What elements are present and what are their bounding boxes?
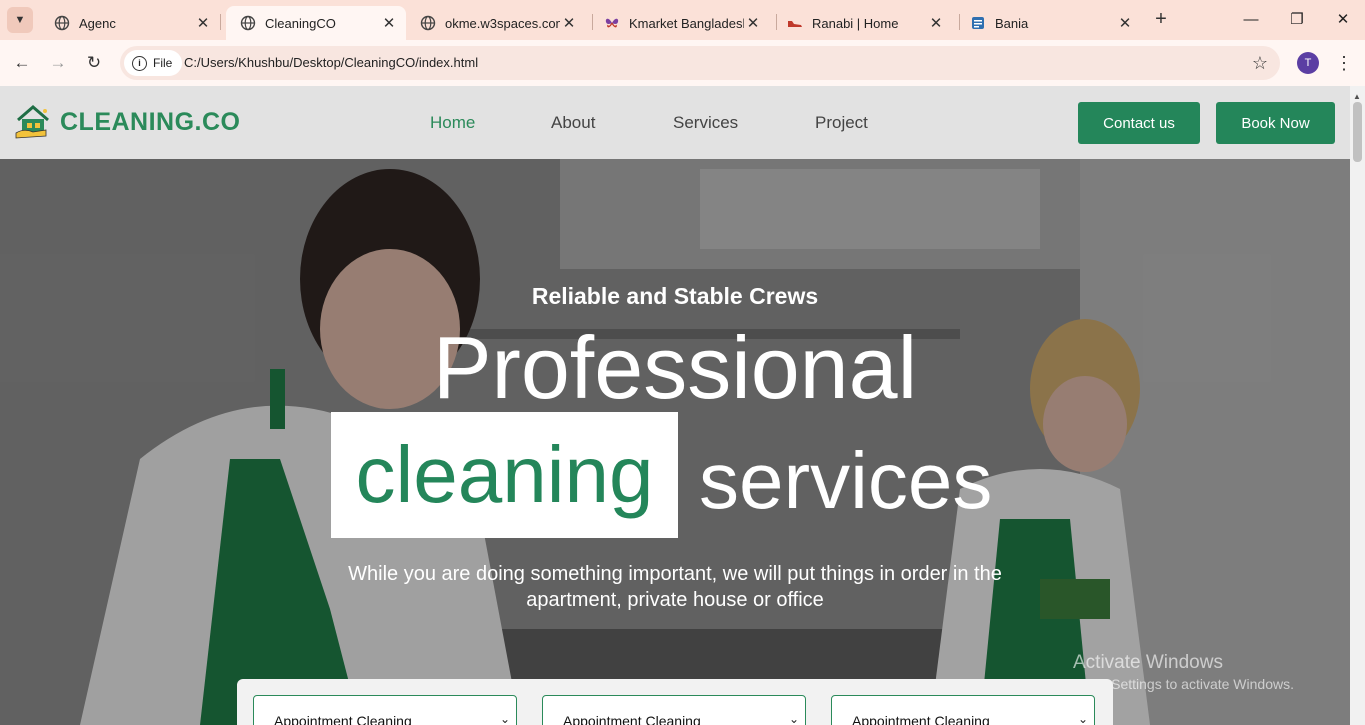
restore-icon: ❐ [1290, 11, 1304, 28]
profile-avatar[interactable]: T [1297, 52, 1319, 74]
browser-toolbar: ← → ↻ i File C:/Users/Khushbu/Desktop/Cl… [0, 40, 1365, 87]
nav-about[interactable]: About [551, 86, 595, 159]
chevron-down-icon: ▼ [14, 14, 26, 26]
booking-panel: Appointment Cleaning ⌄ Appointment Clean… [237, 679, 1113, 725]
hero-description: While you are doing something important,… [348, 563, 1002, 611]
tab-agenc[interactable]: Agenc ✕ [40, 6, 220, 40]
close-icon[interactable]: ✕ [744, 14, 762, 32]
address-bar[interactable]: i File C:/Users/Khushbu/Desktop/Cleaning… [120, 46, 1280, 80]
chevron-down-icon: ⌄ [499, 712, 510, 725]
close-window-button[interactable]: ✕ [1331, 8, 1355, 32]
nav-services[interactable]: Services [673, 86, 738, 159]
new-tab-button[interactable]: + [1149, 8, 1173, 32]
tab-ranabi[interactable]: Ranabi | Home ✕ [773, 6, 953, 40]
appointment-select-2[interactable]: Appointment Cleaning ⌄ [542, 695, 806, 725]
chevron-down-icon: ⌄ [1077, 712, 1088, 725]
page-scrollbar[interactable]: ▲ [1350, 86, 1365, 725]
reload-button[interactable]: ↻ [82, 51, 106, 75]
tab-bania[interactable]: Bania ✕ [956, 6, 1142, 40]
appointment-select-1[interactable]: Appointment Cleaning ⌄ [253, 695, 517, 725]
nav-project[interactable]: Project [815, 86, 868, 159]
tab-search-button[interactable]: ▼ [7, 7, 33, 33]
arrow-left-icon: ← [13, 53, 31, 72]
chevron-down-icon: ⌄ [788, 712, 799, 725]
activate-windows-title: Activate Windows [1073, 652, 1223, 673]
reload-icon: ↻ [86, 53, 102, 72]
shoe-icon [788, 21, 802, 27]
book-now-button[interactable]: Book Now [1216, 102, 1335, 144]
close-icon[interactable]: ✕ [1116, 14, 1134, 32]
tab-okme[interactable]: okme.w3spaces.com ✕ [406, 6, 586, 40]
hero-headline-line1: Professional [432, 318, 918, 417]
close-icon[interactable]: ✕ [927, 14, 945, 32]
minimize-icon: — [1243, 11, 1259, 28]
url-text[interactable]: C:/Users/Khushbu/Desktop/CleaningCO/inde… [184, 46, 478, 80]
contact-us-button[interactable]: Contact us [1078, 102, 1200, 144]
butterfly-icon [605, 18, 619, 28]
site-info-chip[interactable]: i File [124, 50, 183, 76]
tab-cleaningco[interactable]: CleaningCO ✕ [226, 6, 406, 40]
bookmark-star-icon[interactable]: ☆ [1252, 46, 1268, 80]
scroll-thumb[interactable] [1353, 102, 1362, 162]
arrow-right-icon: → [49, 53, 67, 72]
select-value: Appointment Cleaning [852, 713, 990, 725]
globe-icon [54, 15, 70, 31]
site-header: CLEANING.CO Home About Services Project … [0, 86, 1350, 159]
tab-kmarket[interactable]: Kmarket Bangladesh ✕ [590, 6, 770, 40]
globe-icon [240, 15, 256, 31]
kebab-menu-icon[interactable]: ⋮ [1334, 51, 1354, 75]
close-icon[interactable]: ✕ [380, 14, 398, 32]
hero-subtitle: Reliable and Stable Crews [531, 283, 819, 309]
tab-strip: ▼ Agenc ✕ CleaningCO ✕ okme.w3spaces.com… [0, 0, 1365, 40]
tab-title: CleaningCO [265, 15, 336, 31]
tab-title: Bania [995, 15, 1029, 31]
back-button[interactable]: ← [10, 51, 34, 75]
chip-label: File [153, 56, 173, 70]
select-value: Appointment Cleaning [563, 713, 701, 725]
appointment-select-3[interactable]: Appointment Cleaning ⌄ [831, 695, 1095, 725]
close-icon[interactable]: ✕ [194, 14, 212, 32]
logo-text: CLEANING.CO [60, 107, 241, 136]
tab-title: okme.w3spaces.com [445, 15, 560, 31]
forward-button[interactable]: → [46, 51, 70, 75]
close-icon[interactable]: ✕ [560, 14, 578, 32]
tab-title: Agenc [79, 15, 116, 31]
tab-title: Ranabi | Home [812, 15, 899, 31]
close-icon: ✕ [1336, 11, 1350, 28]
hero-headline-rest: services [699, 436, 993, 525]
globe-icon [420, 15, 436, 31]
restore-button[interactable]: ❐ [1285, 8, 1309, 32]
hero-section: Reliable and Stable Crews Professional c… [0, 159, 1350, 725]
bania-logo-icon [972, 17, 984, 29]
minimize-button[interactable]: — [1239, 8, 1263, 32]
select-value: Appointment Cleaning [274, 713, 412, 725]
tab-title: Kmarket Bangladesh [629, 15, 744, 31]
nav-home[interactable]: Home [430, 86, 475, 159]
tab-separator [220, 14, 221, 30]
house-cleaning-logo-icon [15, 105, 49, 139]
page-viewport: CLEANING.CO Home About Services Project … [0, 86, 1350, 725]
scroll-up-arrow-icon[interactable]: ▲ [1353, 92, 1361, 101]
plus-icon: + [1155, 8, 1167, 30]
hero-headline-highlight: cleaning [331, 412, 678, 538]
site-logo[interactable]: CLEANING.CO [14, 103, 241, 141]
info-icon: i [132, 55, 147, 71]
